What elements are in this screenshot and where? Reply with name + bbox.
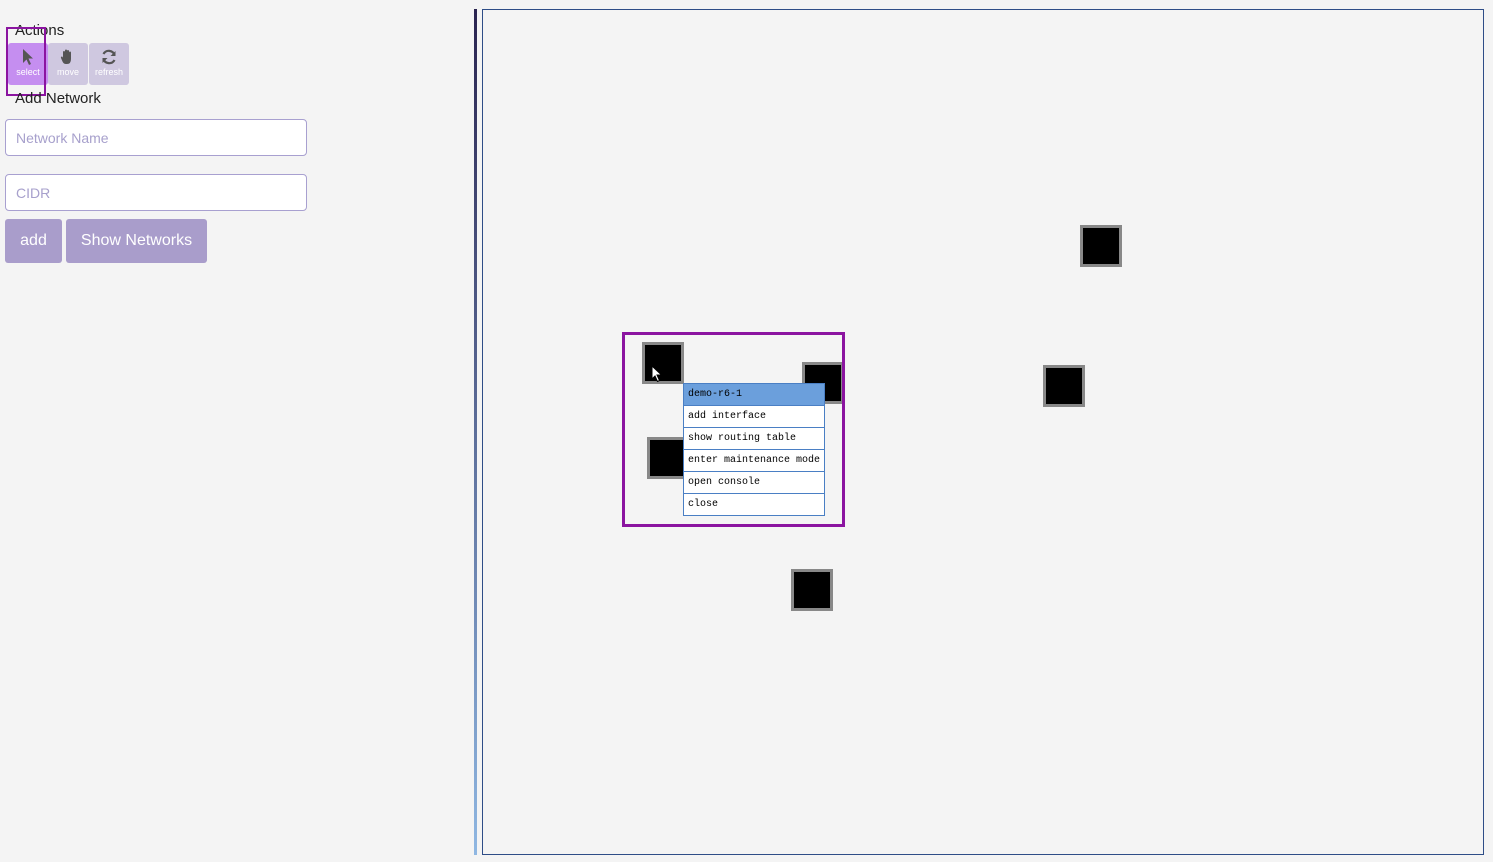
refresh-tool-label: refresh [94, 67, 123, 77]
router-node[interactable] [1080, 225, 1122, 267]
select-tool-button[interactable]: select [8, 43, 48, 85]
actions-heading: Actions [15, 22, 65, 39]
add-network-button[interactable]: add [5, 219, 62, 263]
menu-item-open-console[interactable]: open console [684, 472, 824, 494]
move-tool-label: move [56, 67, 79, 77]
panel-divider[interactable] [474, 9, 477, 855]
menu-item-enter-maintenance-mode[interactable]: enter maintenance mode [684, 450, 824, 472]
menu-item-show-routing-table[interactable]: show routing table [684, 428, 824, 450]
move-tool-button[interactable]: move [48, 43, 88, 85]
show-networks-button[interactable]: Show Networks [66, 219, 207, 263]
add-network-heading: Add Network [15, 90, 101, 107]
router-node[interactable] [791, 569, 833, 611]
node-context-menu: demo-r6-1 add interface show routing tab… [683, 383, 825, 516]
network-canvas[interactable] [482, 9, 1484, 855]
pointer-icon [23, 49, 33, 65]
refresh-icon [102, 49, 116, 65]
cidr-input[interactable] [5, 174, 307, 211]
left-panel: Actions select move refresh Add Network … [0, 0, 470, 862]
router-node[interactable] [1043, 365, 1085, 407]
select-tool-label: select [16, 67, 40, 77]
mouse-cursor-icon [651, 365, 663, 383]
context-menu-title: demo-r6-1 [684, 384, 824, 406]
refresh-tool-button[interactable]: refresh [89, 43, 129, 85]
menu-item-close[interactable]: close [684, 494, 824, 515]
menu-item-add-interface[interactable]: add interface [684, 406, 824, 428]
router-node[interactable] [642, 342, 684, 384]
hand-icon [60, 49, 71, 64]
network-name-input[interactable] [5, 119, 307, 156]
